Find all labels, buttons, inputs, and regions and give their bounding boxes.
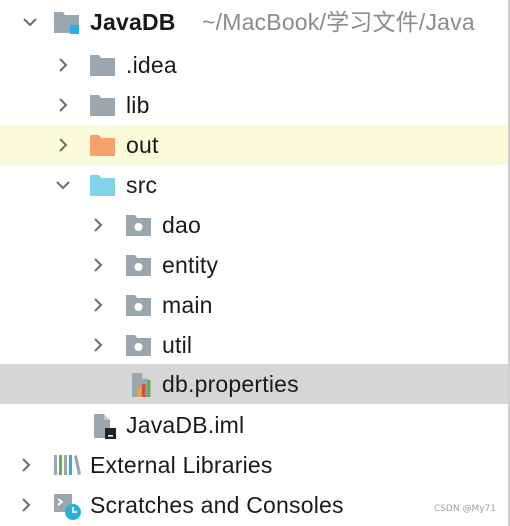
tree-row-out[interactable]: out (0, 125, 510, 165)
folder-icon (88, 92, 118, 118)
tree-row-lib[interactable]: lib (0, 85, 510, 125)
chevron-right-icon[interactable] (16, 495, 36, 515)
tree-item-label: .idea (126, 52, 177, 78)
properties-file-icon (126, 371, 156, 397)
source-folder-icon (88, 172, 118, 198)
package-icon (124, 292, 154, 318)
tree-item-label: dao (162, 212, 201, 238)
tree-row-db-properties[interactable]: db.properties (0, 364, 510, 404)
excluded-folder-icon (88, 132, 118, 158)
chevron-right-icon[interactable] (53, 95, 73, 115)
chevron-down-icon[interactable] (20, 12, 40, 32)
tree-row-external-libraries[interactable]: External Libraries (0, 445, 510, 485)
tree-item-label: JavaDB.iml (126, 412, 245, 438)
package-icon (124, 252, 154, 278)
tree-row-src[interactable]: src (0, 165, 510, 205)
module-file-icon (90, 412, 120, 439)
package-icon (124, 332, 154, 358)
tree-item-label: util (162, 332, 193, 358)
tree-row-main[interactable]: main (0, 285, 510, 325)
tree-item-label: db.properties (162, 371, 299, 397)
chevron-right-icon[interactable] (88, 335, 108, 355)
chevron-down-icon[interactable] (53, 175, 73, 195)
tree-row-javadb-iml[interactable]: JavaDB.iml (0, 405, 510, 445)
project-tree: JavaDB ~/MacBook/学习文件/Java .idea lib out (0, 0, 510, 526)
tree-row-idea[interactable]: .idea (0, 45, 510, 85)
watermark-text: CSDN @My71 (433, 504, 496, 514)
tree-item-label: lib (126, 92, 150, 118)
chevron-right-icon[interactable] (88, 215, 108, 235)
module-folder-icon (52, 9, 82, 35)
libraries-icon (52, 452, 82, 478)
tree-row-util[interactable]: util (0, 325, 510, 365)
tree-item-label: Scratches and Consoles (90, 492, 344, 518)
tree-row-entity[interactable]: entity (0, 245, 510, 285)
tree-row-dao[interactable]: dao (0, 205, 510, 245)
tree-item-label: External Libraries (90, 452, 273, 478)
tree-item-label: entity (162, 252, 219, 278)
chevron-right-icon[interactable] (53, 135, 73, 155)
chevron-right-icon[interactable] (88, 255, 108, 275)
root-project-name: JavaDB (90, 9, 176, 35)
folder-icon (88, 52, 118, 78)
tree-row-root[interactable]: JavaDB ~/MacBook/学习文件/Java (0, 2, 510, 42)
tree-item-label: out (126, 132, 159, 158)
tree-item-label: src (126, 172, 158, 198)
chevron-right-icon[interactable] (53, 55, 73, 75)
chevron-right-icon[interactable] (88, 295, 108, 315)
root-project-path: ~/MacBook/学习文件/Java (202, 9, 475, 35)
tree-item-label: main (162, 292, 213, 318)
scratches-icon (52, 492, 82, 520)
chevron-right-icon[interactable] (16, 455, 36, 475)
package-icon (124, 212, 154, 238)
